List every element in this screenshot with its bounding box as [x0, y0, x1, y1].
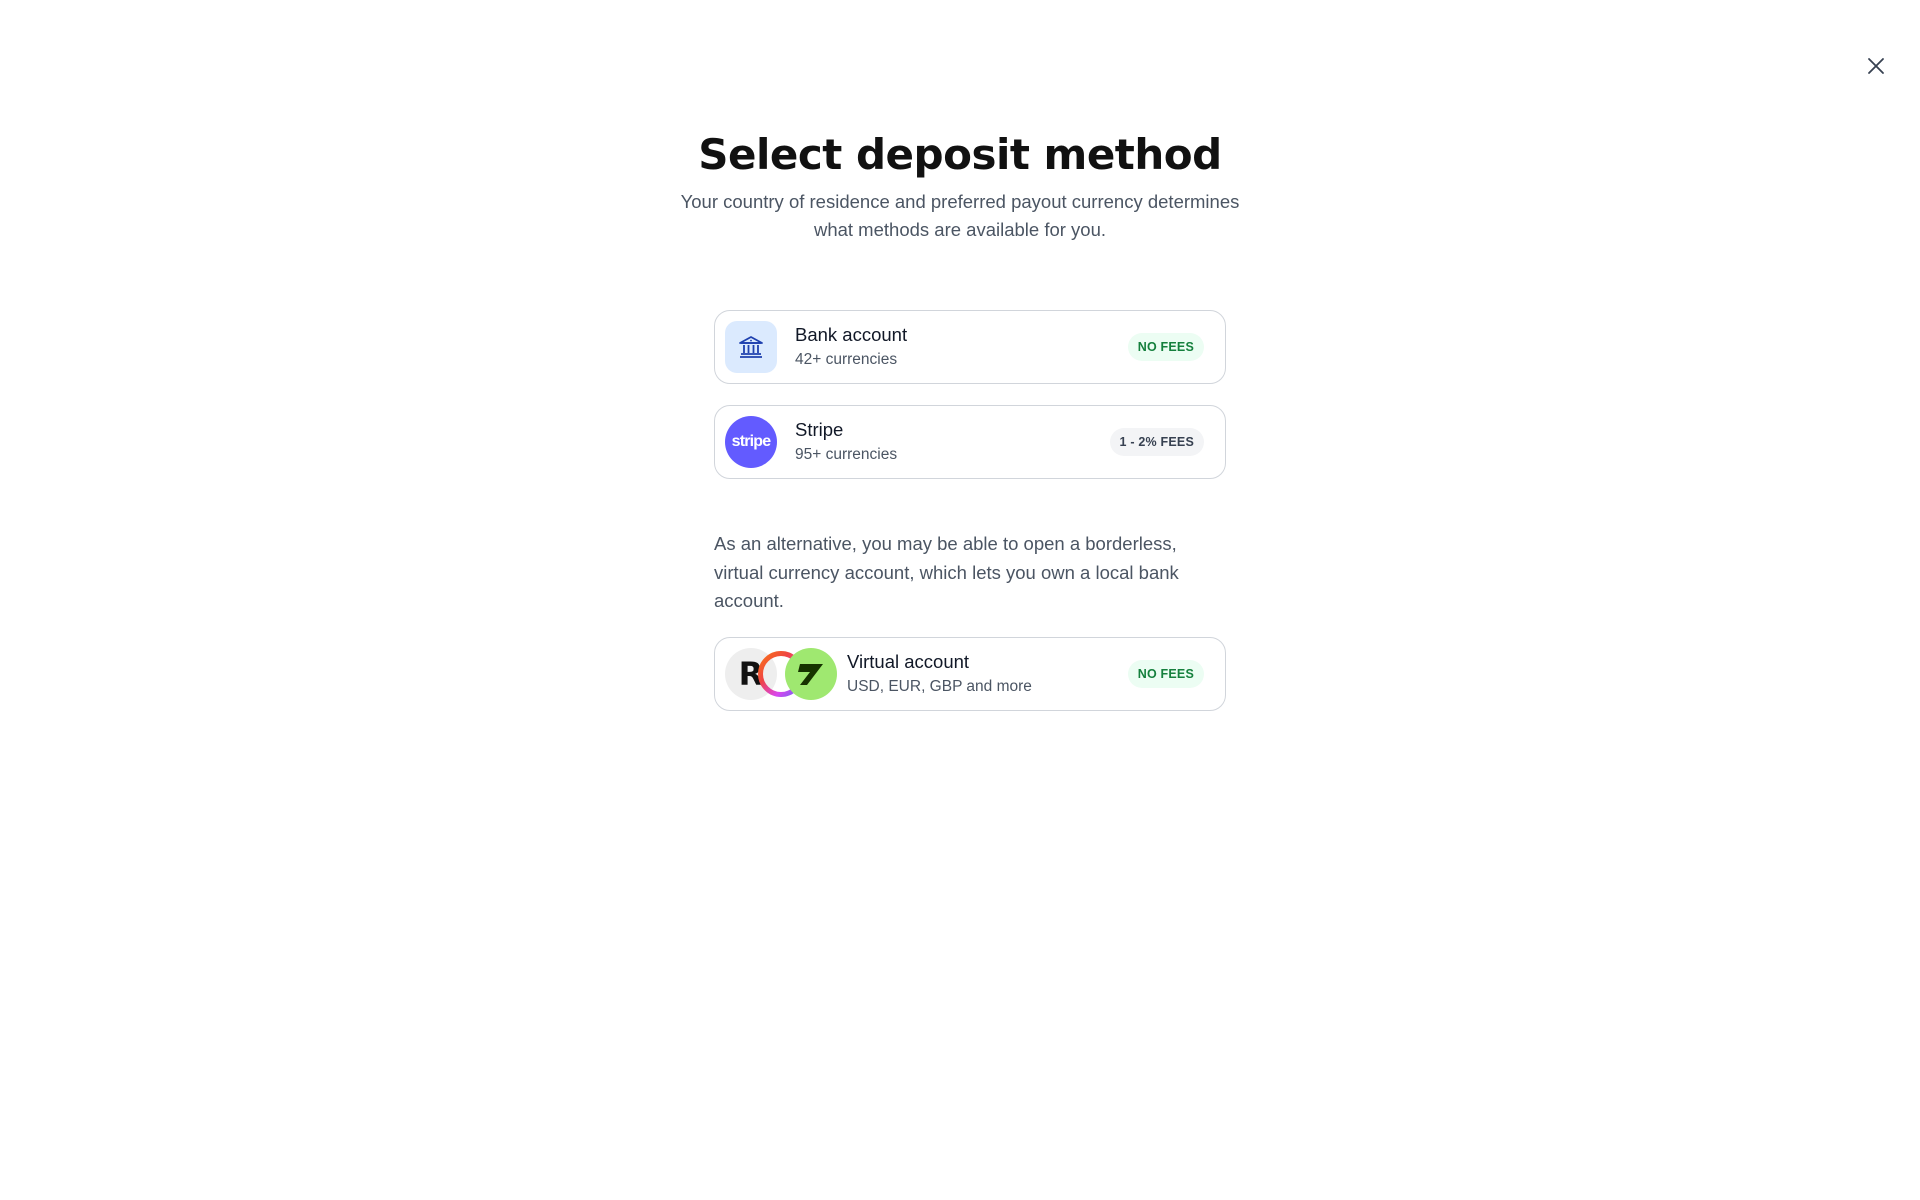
bank-account-option[interactable]: Bank account 42+ currencies NO FEES — [714, 310, 1226, 384]
stripe-text: Stripe 95+ currencies — [795, 418, 1110, 466]
virtual-account-option[interactable]: R Virtual account USD, EUR, GBP and more… — [714, 637, 1226, 711]
stripe-title: Stripe — [795, 419, 844, 440]
bank-account-text: Bank account 42+ currencies — [795, 323, 1128, 371]
close-icon — [1868, 58, 1884, 74]
bank-account-title: Bank account — [795, 324, 908, 345]
virtual-account-text: Virtual account USD, EUR, GBP and more — [847, 650, 1128, 698]
page-subtitle: Your country of residence and preferred … — [680, 191, 1240, 240]
deposit-method-page: Select deposit method Your country of re… — [0, 0, 1920, 1200]
alternative-description: As an alternative, you may be able to op… — [714, 533, 1179, 611]
stripe-option[interactable]: stripe Stripe 95+ currencies 1 - 2% FEES — [714, 405, 1226, 479]
bank-account-currencies: 42+ currencies — [795, 351, 898, 368]
fee-badge: NO FEES — [1127, 333, 1204, 361]
page-title: Select deposit method — [698, 130, 1222, 179]
stripe-logo-icon: stripe — [725, 416, 777, 468]
virtual-account-title: Virtual account — [847, 651, 970, 672]
close-button[interactable] — [1862, 52, 1890, 80]
stripe-currencies: 95+ currencies — [795, 446, 898, 463]
bank-icon — [725, 321, 777, 373]
virtual-account-currencies: USD, EUR, GBP and more — [847, 678, 1032, 695]
fee-badge: 1 - 2% FEES — [1109, 428, 1204, 456]
wise-logo-icon — [785, 648, 837, 700]
provider-logos: R — [725, 648, 839, 700]
fee-badge: NO FEES — [1127, 660, 1204, 688]
